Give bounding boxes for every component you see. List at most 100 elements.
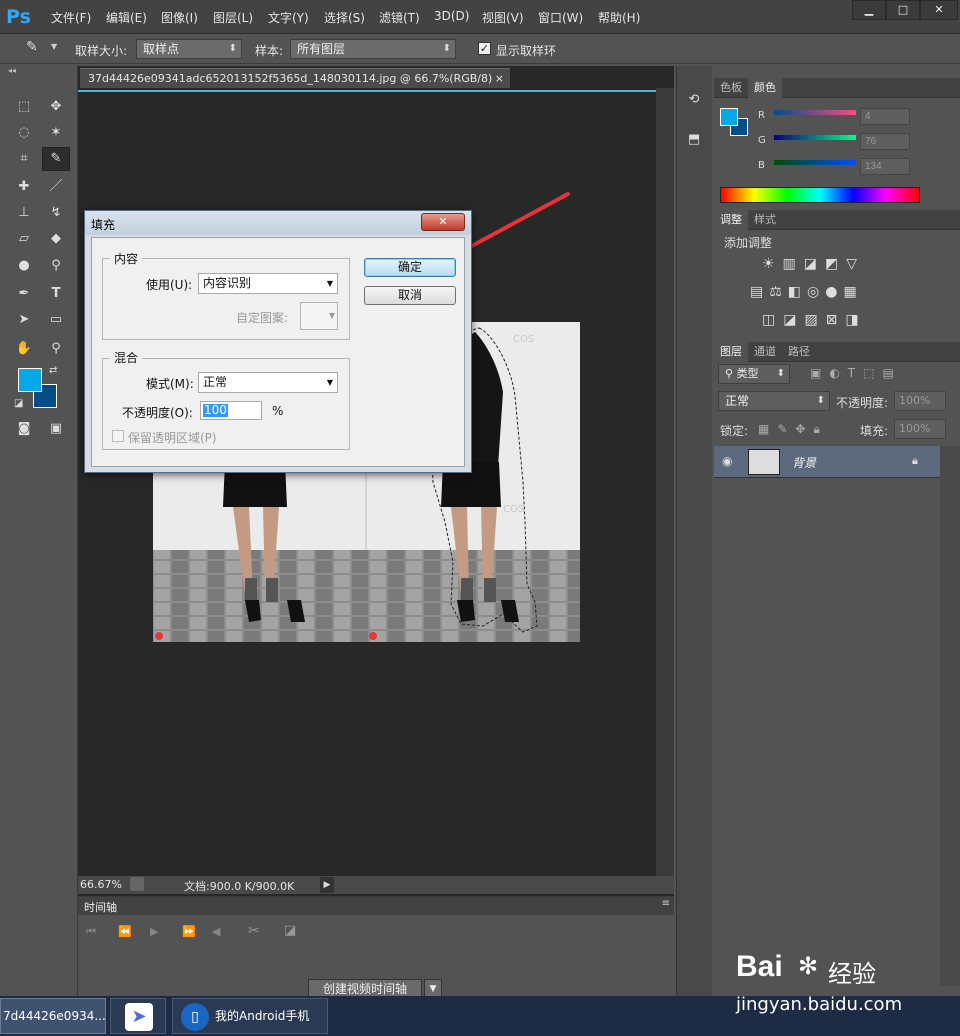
sample-select[interactable]: 所有图层 — [290, 39, 456, 59]
zoom-level[interactable]: 66.67% — [80, 878, 122, 891]
blend-mode-select[interactable]: 正常 — [718, 391, 830, 411]
tab-layers[interactable]: 图层 — [714, 342, 748, 362]
rectangle-tool-icon[interactable]: ▭ — [44, 309, 68, 331]
menu-3d[interactable]: 3D(D) — [434, 9, 469, 23]
close-tab-icon[interactable]: × — [495, 69, 504, 89]
paint-bucket-icon[interactable]: ◆ — [44, 228, 68, 250]
foreground-color-swatch[interactable] — [18, 368, 42, 392]
minimize-button[interactable]: ▁ — [852, 0, 886, 20]
screen-mode-icon[interactable]: ▣ — [44, 418, 68, 440]
r-slider[interactable] — [774, 110, 856, 115]
magic-wand-icon[interactable]: ✶ — [44, 122, 68, 144]
menu-file[interactable]: 文件(F) — [51, 9, 91, 26]
next-frame-icon[interactable]: ⏩ — [182, 925, 196, 938]
menu-filter[interactable]: 滤镜(T) — [379, 9, 420, 26]
r-value[interactable] — [860, 108, 910, 125]
path-select-icon[interactable]: ➤ — [12, 309, 36, 331]
healing-brush-icon[interactable]: ✚ — [12, 176, 36, 198]
layer-filter-select[interactable]: ⚲ 类型 — [718, 364, 790, 384]
menu-image[interactable]: 图像(I) — [161, 9, 198, 26]
menu-view[interactable]: 视图(V) — [482, 9, 524, 26]
swap-colors-icon[interactable]: ⇄ — [49, 365, 57, 376]
close-button[interactable]: ✕ — [920, 0, 958, 20]
pen-tool-icon[interactable]: ✒ — [12, 283, 36, 305]
layer-name[interactable]: 背景 — [792, 454, 816, 471]
document-tab[interactable]: 37d44426e09341adc652013152f5365d_1480301… — [80, 68, 510, 88]
scissors-icon[interactable]: ✂ — [248, 923, 260, 939]
color-spectrum-bar[interactable] — [720, 187, 920, 203]
eraser-icon[interactable]: ▱ — [12, 228, 36, 250]
show-ring-checkbox[interactable]: ✓ — [478, 42, 491, 55]
blur-tool-icon[interactable]: ● — [12, 255, 36, 277]
clone-stamp-icon[interactable]: ⊥ — [12, 202, 36, 224]
adjustment-icons-row-1[interactable]: ☀▥◪◩▽ — [762, 256, 865, 272]
layer-row-background[interactable]: ◉ 背景 🔒︎ — [714, 446, 940, 478]
status-menu-icon[interactable] — [130, 877, 144, 891]
audio-icon[interactable]: ◀ — [212, 925, 220, 938]
sample-size-select[interactable]: 取样点 — [136, 39, 242, 59]
quick-mask-icon[interactable]: ◙ — [12, 418, 36, 440]
restore-button[interactable]: □ — [886, 0, 920, 20]
eyedropper-icon[interactable]: ✎ — [26, 39, 38, 55]
g-slider[interactable] — [774, 135, 856, 140]
collapse-icon[interactable]: ◂◂ — [8, 66, 16, 75]
timeline-tab[interactable]: 时间轴 — [84, 899, 117, 915]
fill-field[interactable]: 100% — [894, 419, 946, 439]
play-icon[interactable]: ▶ — [150, 925, 158, 938]
opacity-field[interactable]: 100% — [894, 391, 946, 411]
preserve-transparency-checkbox[interactable] — [112, 430, 124, 442]
zoom-tool-icon[interactable]: ⚲ — [44, 338, 68, 360]
menu-edit[interactable]: 编辑(E) — [106, 9, 147, 26]
history-brush-icon[interactable]: ↯ — [44, 202, 68, 224]
taskbar-item-photoshop[interactable]: 7d44426e0934... — [0, 998, 106, 1034]
type-tool-icon[interactable]: T — [44, 283, 68, 305]
b-slider[interactable] — [774, 160, 856, 165]
dialog-opacity-input[interactable]: 100 — [200, 401, 262, 420]
first-frame-icon[interactable]: ⏮ — [86, 925, 96, 939]
status-arrow-icon[interactable]: ▶ — [320, 877, 334, 893]
tab-color[interactable]: 颜色 — [748, 78, 782, 98]
default-colors-icon[interactable]: ◪ — [14, 398, 23, 409]
cancel-button[interactable]: 取消 — [364, 286, 456, 305]
menu-layer[interactable]: 图层(L) — [213, 9, 253, 26]
use-select[interactable]: 内容识别 — [198, 273, 338, 294]
lasso-tool-icon[interactable]: ◌ — [12, 122, 36, 144]
menu-select[interactable]: 选择(S) — [324, 9, 365, 26]
g-value[interactable] — [860, 133, 910, 150]
visibility-eye-icon[interactable]: ◉ — [722, 454, 732, 468]
adjustment-icons-row-2[interactable]: ▤⚖◧◎●▦ — [750, 284, 863, 300]
tab-styles[interactable]: 样式 — [748, 210, 782, 230]
hand-tool-icon[interactable]: ✋ — [12, 338, 36, 360]
history-panel-icon[interactable]: ⟲ — [683, 92, 705, 114]
mode-select[interactable]: 正常 — [198, 372, 338, 393]
layers-scrollbar[interactable] — [940, 446, 960, 986]
color-panel-foreground[interactable] — [720, 108, 738, 126]
eyedropper-tool-icon[interactable]: ✎ — [42, 147, 70, 171]
transition-icon[interactable]: ◪ — [284, 923, 296, 938]
menu-window[interactable]: 窗口(W) — [538, 9, 583, 26]
brush-tool-icon[interactable]: ／ — [44, 176, 68, 198]
lock-icons[interactable]: ▦✎✥🔒︎ — [758, 422, 828, 437]
panel-menu-icon[interactable]: ≡ — [662, 898, 670, 909]
menu-help[interactable]: 帮助(H) — [598, 9, 640, 26]
tab-swatches[interactable]: 色板 — [714, 78, 748, 98]
dialog-close-button[interactable]: ✕ — [421, 213, 465, 231]
tab-paths[interactable]: 路径 — [782, 342, 816, 362]
ok-button[interactable]: 确定 — [364, 258, 456, 277]
taskbar-item-app[interactable]: ➤ — [110, 998, 166, 1034]
move-tool-icon[interactable]: ✥ — [44, 96, 68, 118]
3d-panel-icon[interactable]: ⬒ — [683, 132, 705, 154]
dodge-tool-icon[interactable]: ⚲ — [44, 255, 68, 277]
crop-tool-icon[interactable]: ⌗ — [12, 148, 36, 170]
layer-filter-icons[interactable]: ▣◐T⬚▤ — [810, 366, 902, 380]
vertical-scrollbar[interactable] — [656, 88, 674, 876]
marquee-tool-icon[interactable]: ⬚ — [12, 96, 36, 118]
tab-channels[interactable]: 通道 — [748, 342, 782, 362]
tab-adjustments[interactable]: 调整 — [714, 210, 748, 230]
prev-frame-icon[interactable]: ⏪ — [118, 925, 132, 938]
taskbar-item-android[interactable]: ▯ 我的Android手机 — [172, 998, 328, 1034]
b-value[interactable] — [860, 158, 910, 175]
adjustment-icons-row-3[interactable]: ◫◪▨⊠◨ — [762, 312, 867, 328]
chevron-down-icon[interactable]: ▼ — [51, 42, 57, 51]
menu-type[interactable]: 文字(Y) — [268, 9, 309, 26]
